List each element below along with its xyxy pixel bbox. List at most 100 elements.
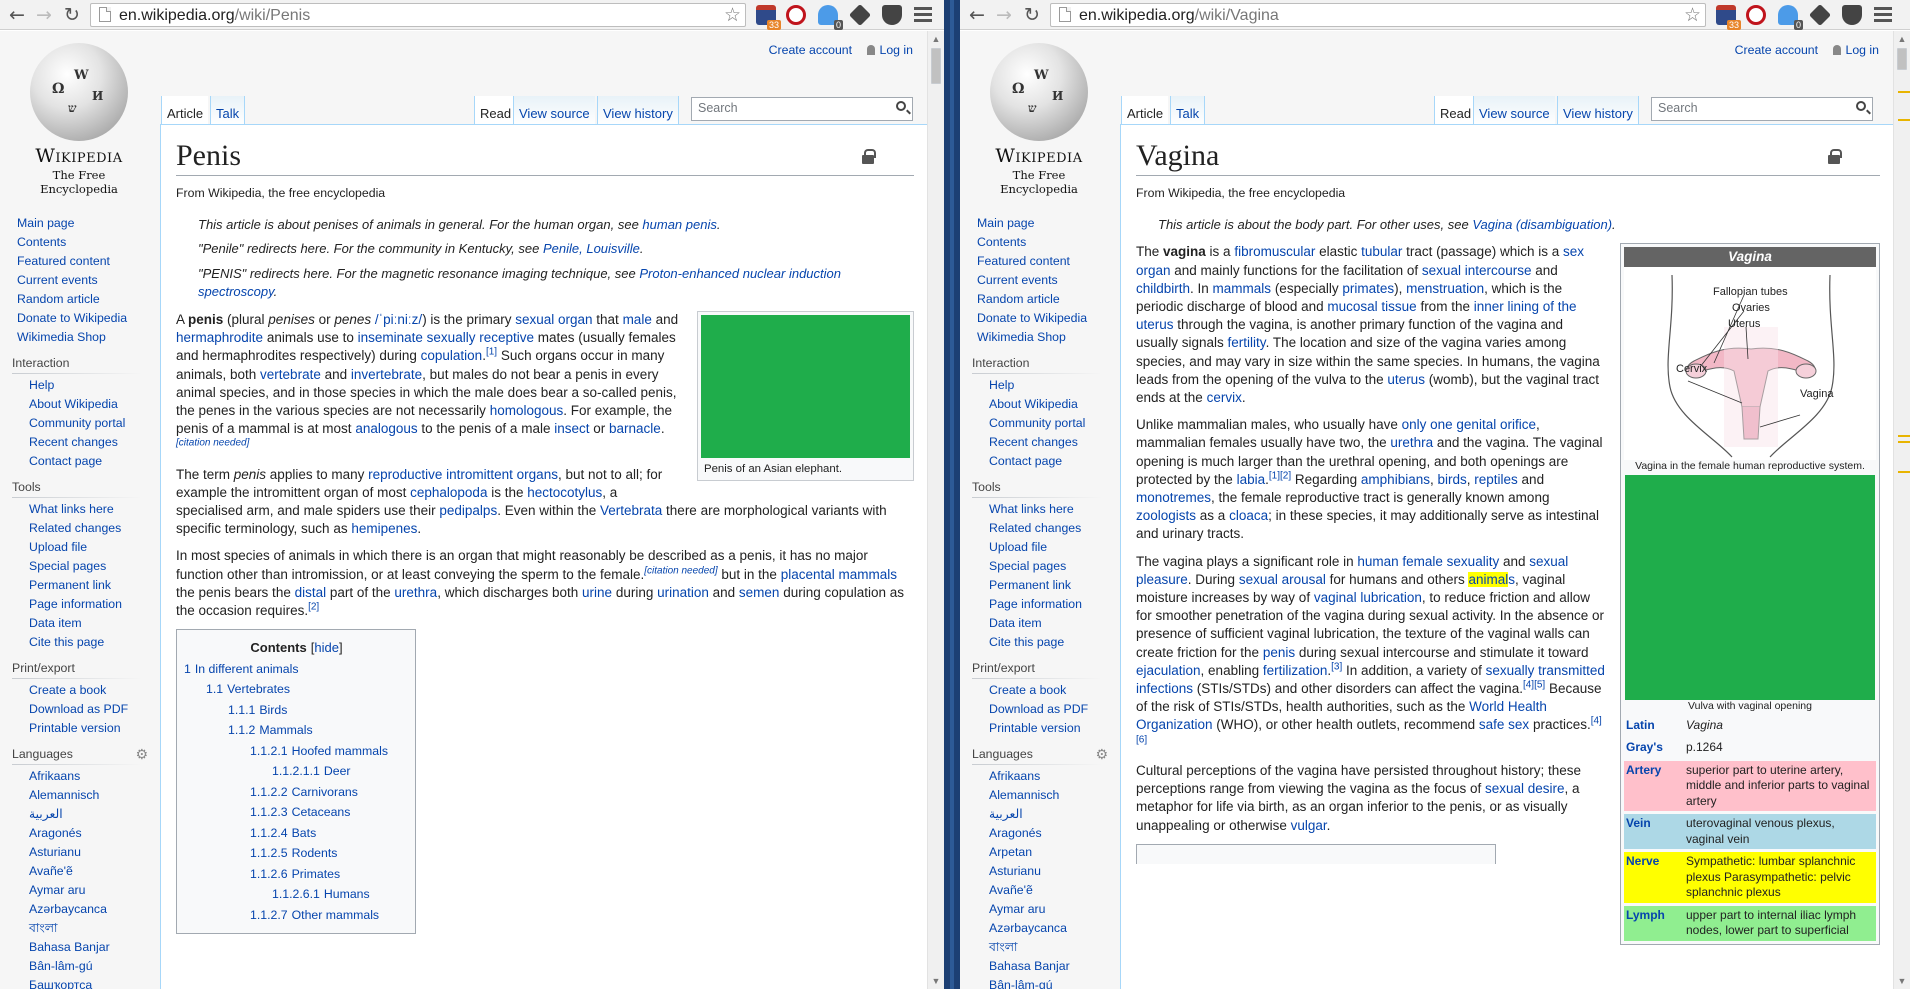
sidebar-item[interactable]: Contact page	[960, 452, 1120, 471]
infobox-row-key[interactable]: Lymph	[1624, 905, 1684, 941]
sidebar-item[interactable]: Related changes	[960, 519, 1120, 538]
language-link[interactable]: বাংলা	[960, 938, 1120, 957]
toc-label[interactable]: Primates	[292, 867, 341, 881]
toc-label[interactable]: In different animals	[195, 662, 299, 676]
toc-number[interactable]: 1.1.1	[228, 703, 255, 717]
pocket-extension-icon[interactable]	[1842, 5, 1862, 25]
infobox-row-key[interactable]: Latin	[1624, 715, 1684, 736]
tab-talk[interactable]: Talk	[210, 96, 246, 125]
language-link[interactable]: Aymar aru	[960, 900, 1120, 919]
sidebar-item[interactable]: About Wikipedia	[960, 395, 1120, 414]
sidebar-item[interactable]: Wikimedia Shop	[960, 328, 1120, 347]
toc-number[interactable]: 1.1.2.5	[250, 846, 288, 860]
page-scrollbar[interactable]: ▲ ▼	[1893, 31, 1910, 989]
toc-number[interactable]: 1.1.2.3	[250, 805, 288, 819]
reproductive-system-diagram[interactable]: Fallopian tubes Ovaries Uterus Cervix Va…	[1624, 266, 1876, 460]
scrollbar-thumb[interactable]	[1897, 48, 1907, 70]
toc-label[interactable]: Vertebrates	[227, 682, 290, 696]
tab-read[interactable]: Read	[474, 96, 517, 125]
tab-read[interactable]: Read	[1434, 96, 1477, 125]
toc-item[interactable]: 1.1 Vertebrates	[184, 679, 409, 700]
address-bar[interactable]: en.wikipedia.org/wiki/Penis ☆	[90, 3, 746, 27]
search-icon[interactable]	[1856, 101, 1866, 111]
browser-menu-icon[interactable]	[1874, 4, 1892, 24]
toc-number[interactable]: 1	[184, 662, 191, 676]
infobox-image[interactable]	[1625, 474, 1875, 700]
language-link[interactable]: Azərbaycanca	[960, 919, 1120, 938]
address-bar[interactable]: en.wikipedia.org/wiki/Vagina ☆	[1050, 3, 1706, 27]
bookmark-star-icon[interactable]: ☆	[1684, 4, 1701, 26]
scroll-up-arrow-icon[interactable]: ▲	[1894, 31, 1910, 47]
thumbnail-image[interactable]	[701, 315, 910, 459]
tab-view-history[interactable]: View history	[597, 96, 679, 125]
language-link[interactable]: বাংলা	[0, 919, 160, 938]
sidebar-item[interactable]: What links here	[0, 500, 160, 519]
toc-label[interactable]: Hoofed mammals	[292, 744, 388, 758]
sidebar-item[interactable]: Community portal	[0, 414, 160, 433]
toc-number[interactable]: 1.1	[206, 682, 223, 696]
sidebar-item[interactable]: Data item	[960, 614, 1120, 633]
sidebar-item[interactable]: Random article	[0, 290, 160, 309]
sidebar-item[interactable]: Download as PDF	[0, 700, 160, 719]
toc-number[interactable]: 1.1.2	[228, 723, 255, 737]
calendar-extension-icon[interactable]: 33	[1716, 5, 1741, 30]
toc-number[interactable]: 1.1.2.4	[250, 826, 288, 840]
hatnote-link[interactable]: Penile, Louisville	[543, 241, 640, 256]
language-link[interactable]: Avañe'ẽ	[0, 862, 160, 881]
forward-arrow-icon[interactable]: →	[33, 4, 55, 26]
sidebar-item[interactable]: Contact page	[0, 452, 160, 471]
sidebar-item[interactable]: Cite this page	[0, 633, 160, 652]
sidebar-item[interactable]: Contents	[0, 233, 160, 252]
search-input[interactable]: Search	[691, 97, 913, 121]
browser-menu-icon[interactable]	[914, 4, 932, 24]
sidebar-item[interactable]: Random article	[960, 290, 1120, 309]
toc-item[interactable]: 1.1.2.1.1 Deer	[184, 761, 409, 782]
tab-article[interactable]: Article	[1121, 96, 1169, 125]
back-arrow-icon[interactable]: ←	[966, 4, 988, 26]
language-link[interactable]: Avañe'ẽ	[960, 881, 1120, 900]
sidebar-item[interactable]: Permanent link	[960, 576, 1120, 595]
toc-number[interactable]: 1.1.2.7	[250, 908, 288, 922]
toc-hide-link[interactable]: hide	[314, 640, 339, 655]
language-link[interactable]: Azərbaycanca	[0, 900, 160, 919]
wikipedia-logo[interactable]: Ω W И ש Wikipedia The Free Encyclopedia	[15, 43, 143, 196]
sidebar-item[interactable]: What links here	[960, 500, 1120, 519]
ghostery-extension-icon[interactable]: 0	[1778, 5, 1803, 30]
language-link[interactable]: Bân-lâm-gú	[960, 976, 1120, 989]
diamond-extension-icon[interactable]	[1808, 3, 1832, 27]
opera-extension-icon[interactable]	[786, 5, 806, 25]
toc-label[interactable]: Deer	[324, 764, 351, 778]
sidebar-item[interactable]: Download as PDF	[960, 700, 1120, 719]
sidebar-item[interactable]: Recent changes	[0, 433, 160, 452]
sidebar-item[interactable]: Main page	[0, 214, 160, 233]
wikipedia-logo[interactable]: Ω W И ש Wikipedia The Free Encyclopedia	[975, 43, 1103, 196]
sidebar-item[interactable]: Recent changes	[960, 433, 1120, 452]
toc-label[interactable]: Mammals	[259, 723, 312, 737]
scroll-up-arrow-icon[interactable]: ▲	[928, 31, 944, 47]
sidebar-item[interactable]: Current events	[0, 271, 160, 290]
calendar-extension-icon[interactable]: 33	[756, 5, 781, 30]
infobox-row-key[interactable]: Artery	[1624, 760, 1684, 812]
toc-label[interactable]: Birds	[259, 703, 287, 717]
tab-view-source[interactable]: View source	[1473, 96, 1555, 125]
scrollbar-thumb[interactable]	[931, 48, 941, 84]
sidebar-item[interactable]: Create a book	[960, 681, 1120, 700]
language-link[interactable]: Aragonés	[960, 824, 1120, 843]
page-scrollbar[interactable]: ▲ ▼	[927, 31, 944, 989]
tab-view-history[interactable]: View history	[1557, 96, 1639, 125]
sidebar-item[interactable]: Wikimedia Shop	[0, 328, 160, 347]
toc-item[interactable]: 1 In different animals	[184, 659, 409, 680]
toc-item[interactable]: 1.1.2.6 Primates	[184, 864, 409, 885]
create-account-link[interactable]: Create account	[1735, 43, 1818, 57]
sidebar-item[interactable]: Page information	[0, 595, 160, 614]
ghostery-extension-icon[interactable]: 0	[818, 5, 843, 30]
hatnote-link[interactable]: Vagina (disambiguation)	[1472, 217, 1612, 232]
sidebar-item[interactable]: Related changes	[0, 519, 160, 538]
tab-article[interactable]: Article	[161, 96, 209, 125]
toc-number[interactable]: 1.1.2.6	[250, 867, 288, 881]
bookmark-star-icon[interactable]: ☆	[724, 4, 741, 26]
language-link[interactable]: Bahasa Banjar	[960, 957, 1120, 976]
sidebar-item[interactable]: Printable version	[0, 719, 160, 738]
language-link[interactable]: Башҡортса	[0, 976, 160, 989]
language-link[interactable]: Alemannisch	[0, 786, 160, 805]
